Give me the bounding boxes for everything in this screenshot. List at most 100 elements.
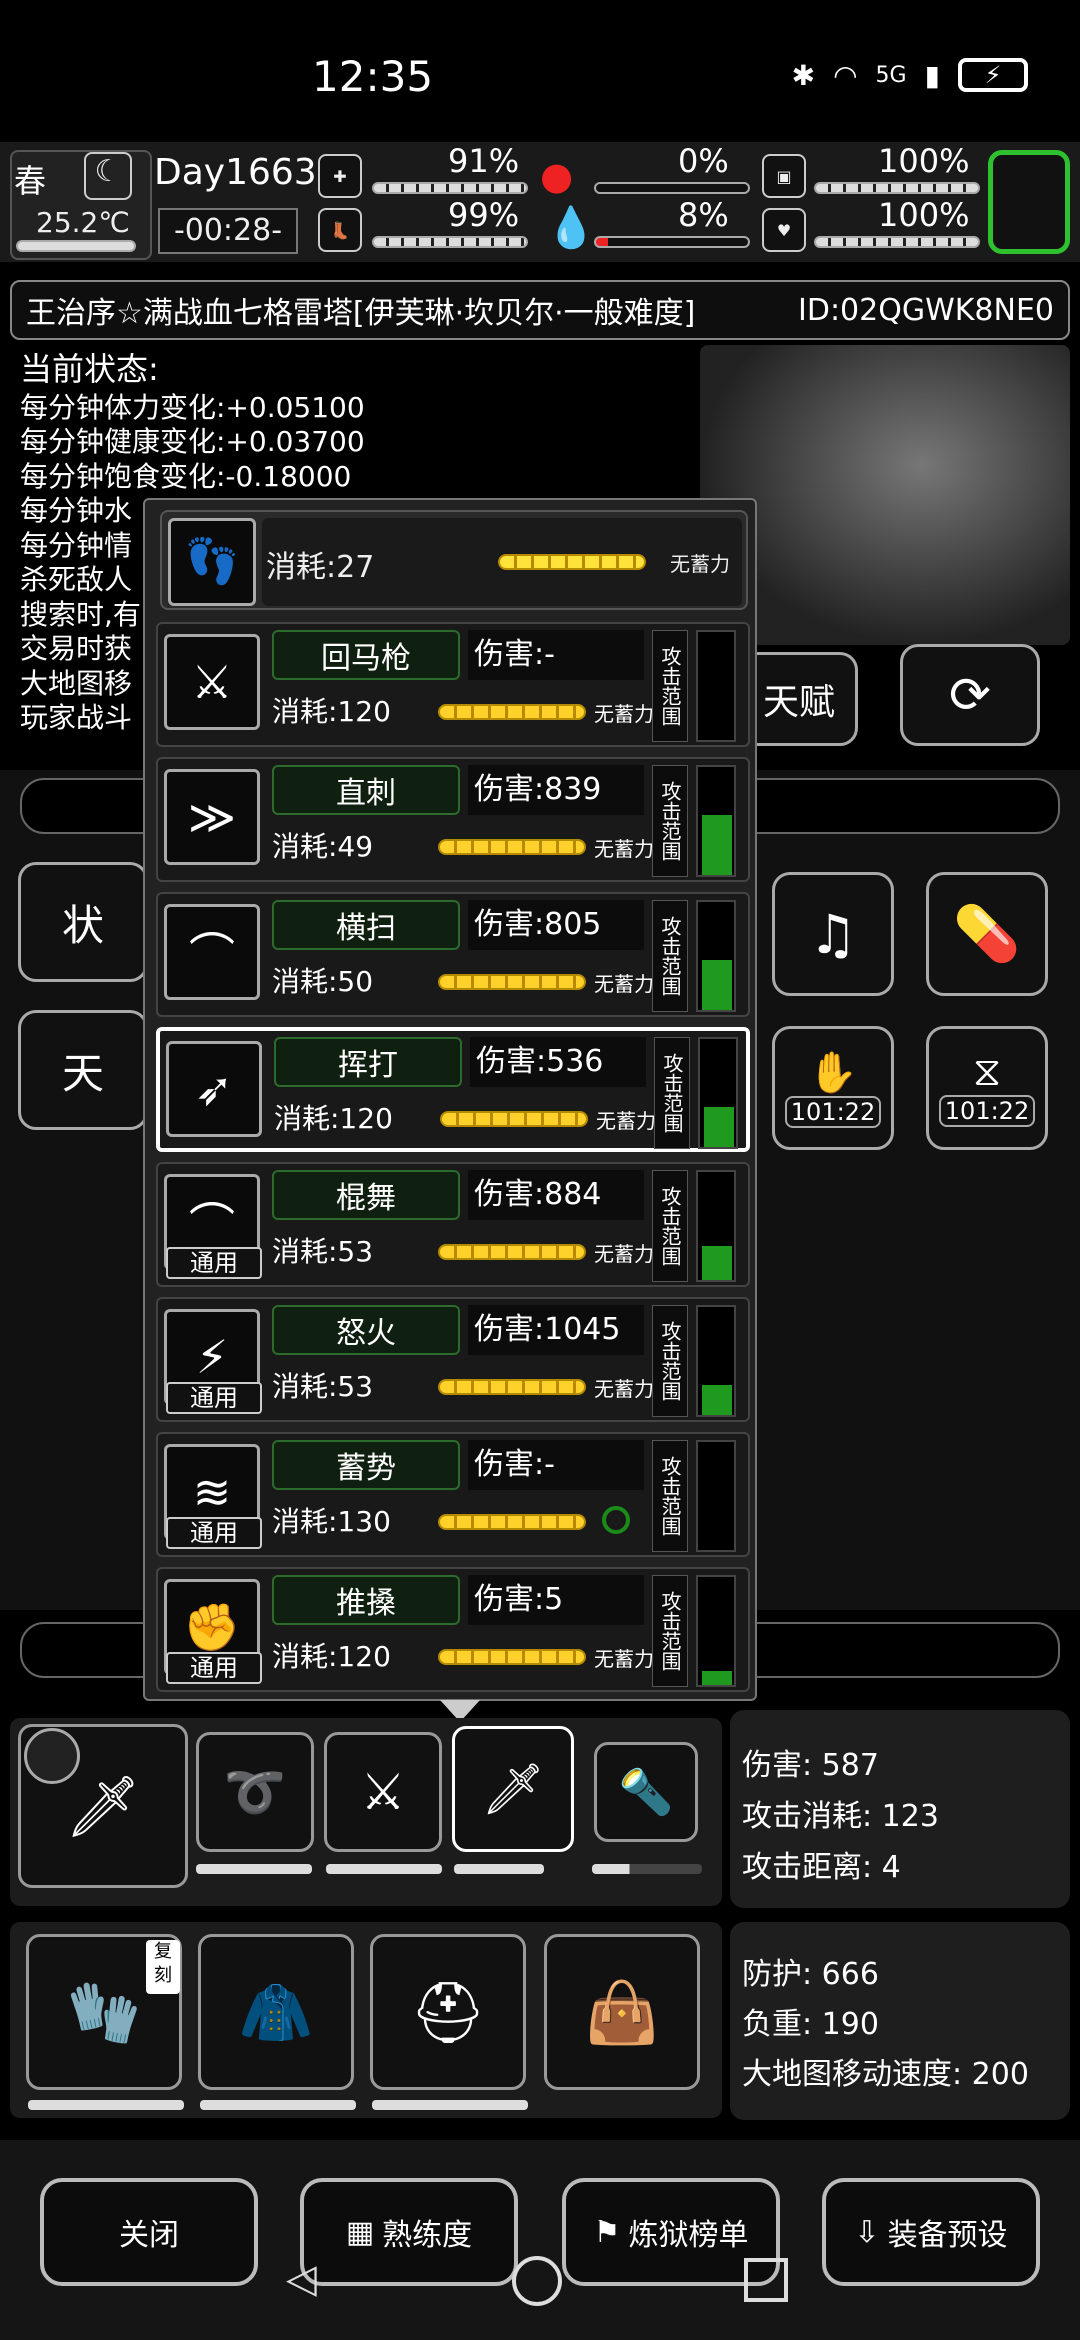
range-text: 攻击范围 [658, 916, 682, 996]
download-icon: ⇩ [854, 2214, 880, 2250]
armor-speed: 大地图移动速度: 200 [742, 2057, 1029, 2092]
durability-bar [592, 1864, 702, 1874]
skill-row[interactable]: ≋ 通用 蓄势 伤害:- 消耗:130 攻击范围 [156, 1432, 750, 1557]
weapon-slot-selected[interactable]: 🗡 [452, 1726, 574, 1852]
move-cost: 消耗:27 [266, 550, 375, 585]
range-text: 攻击范围 [660, 1053, 684, 1133]
network-label: 5G [875, 62, 907, 88]
durability-bar [28, 2100, 184, 2110]
tab-status[interactable]: 状 [18, 862, 148, 982]
music-heart-icon[interactable]: ♫ [772, 872, 894, 996]
arm-icon: ✋ [808, 1049, 858, 1096]
skill-cost-bar [438, 974, 586, 990]
day-counter: Day1663 [154, 152, 317, 193]
range-grid [696, 765, 736, 877]
thermometer-icon [16, 240, 136, 252]
attack-range: 攻击范围 [652, 1575, 748, 1687]
timer-label: 101:22 [784, 1095, 882, 1128]
boot-icon: 👢 [318, 208, 362, 252]
lock-icon: ▣ [762, 154, 806, 198]
skill-row[interactable]: ≫ 直刺 伤害:839 消耗:49 无蓄力 攻击范围 [156, 757, 750, 882]
attack-range: 攻击范围 [654, 1037, 750, 1149]
status-line: 每分钟体力变化:+0.05100 [20, 390, 365, 424]
blood-value: 8% [678, 196, 729, 234]
weapon-slot-2[interactable]: ➰ [196, 1732, 314, 1852]
skill-row[interactable]: ✊ 通用 推搡 伤害:5 消耗:120 无蓄力 攻击范围 [156, 1567, 750, 1692]
game-clock: -00:28- [158, 208, 298, 254]
range-label: 攻击范围 [652, 1575, 688, 1687]
talent-button[interactable]: 天赋 [740, 652, 858, 746]
nav-back-icon[interactable]: ◁ [286, 2256, 317, 2302]
skill-name: 怒火 [272, 1305, 460, 1355]
whip-icon: ➰ [223, 1762, 287, 1821]
skill-name: 回马枪 [272, 630, 460, 680]
skill-note: 无蓄力 [594, 837, 654, 861]
weapon-damage: 伤害: 587 [742, 1748, 879, 1783]
armor-slot-bag[interactable]: 👜 [544, 1934, 700, 2090]
skill-row[interactable]: ⚡ 通用 怒火 伤害:1045 消耗:53 无蓄力 攻击范围 [156, 1297, 750, 1422]
close-button[interactable]: 关闭 [40, 2178, 258, 2286]
range-cell [702, 815, 732, 875]
medicine-icon[interactable]: 💊 [926, 872, 1048, 996]
proficiency-button[interactable]: ▦ 熟练度 [300, 2178, 518, 2286]
generic-tag: 通用 [166, 1382, 262, 1414]
range-label: 攻击范围 [652, 1440, 688, 1552]
sword-icon: ⚔ [360, 1763, 406, 1821]
skill-damage: 伤害:805 [468, 900, 644, 950]
move-cost-bar [498, 554, 646, 570]
save-id: ID:02QGWK8NE0 [798, 292, 1054, 328]
skill-row[interactable]: ⌒ 通用 棍舞 伤害:884 消耗:53 无蓄力 攻击范围 [156, 1162, 750, 1287]
armor-defense: 防护: 666 [742, 1957, 879, 1992]
skill-name: 棍舞 [272, 1170, 460, 1220]
skill-damage: 伤害:536 [470, 1037, 646, 1087]
heart-bar [814, 236, 980, 248]
hunger-bar [594, 182, 750, 194]
range-grid [696, 1575, 736, 1687]
buff-dna-button[interactable]: ⧖ 101:22 [926, 1026, 1048, 1150]
skill-cost: 消耗:50 [272, 965, 374, 998]
range-cell [702, 1671, 732, 1685]
attack-range: 攻击范围 [652, 1170, 748, 1282]
range-label: 攻击范围 [654, 1037, 690, 1149]
status-line: 每分钟饱食变化:-0.18000 [20, 459, 352, 493]
preset-button[interactable]: ⇩ 装备预设 [822, 2178, 1040, 2286]
skill-row[interactable]: ⌒ 横扫 伤害:805 消耗:50 无蓄力 攻击范围 [156, 892, 750, 1017]
battery-icon: ⚡ [958, 58, 1028, 92]
skill-cost-bar [438, 839, 586, 855]
health-bar [372, 236, 528, 248]
skill-damage: 伤害:5 [468, 1575, 644, 1625]
save-title: 王治序☆满战血七格雷塔[伊芙琳·坎贝尔·一般难度] [26, 296, 696, 331]
weapon-slots-panel: 🗡 ➰ ⚔ 🗡 🔦 [10, 1718, 722, 1906]
tab-talent[interactable]: 天 [18, 1010, 148, 1130]
weapon-slot-3[interactable]: ⚔ [324, 1732, 442, 1852]
skill-cost-bar [438, 1379, 586, 1395]
skill-cost-bar [438, 704, 586, 720]
skill-note: 无蓄力 [594, 972, 654, 996]
skill-cost: 消耗:120 [274, 1102, 393, 1135]
skill-damage: 伤害:884 [468, 1170, 644, 1220]
nav-home-icon[interactable] [512, 2256, 562, 2306]
range-text: 攻击范围 [658, 781, 682, 861]
weapon-info-panel: 伤害: 587 攻击消耗: 123 攻击距离: 4 [730, 1710, 1070, 1908]
dna-icon: ⧖ [972, 1049, 1002, 1095]
weapon-slot-5[interactable]: 🔦 [594, 1742, 698, 1842]
proficiency-icon: ▦ [345, 2214, 375, 2250]
buff-arm-button[interactable]: ✋ 101:22 [772, 1026, 894, 1150]
range-cell [702, 1385, 732, 1415]
bag-icon: 👜 [584, 1977, 660, 2048]
skill-note: 无蓄力 [594, 1377, 654, 1401]
armor-slot-helmet[interactable]: ⛑ [370, 1934, 526, 2090]
armor-slot-coat[interactable]: 🧥 [198, 1934, 354, 2090]
nav-recent-icon[interactable] [744, 2258, 788, 2302]
range-cell [702, 1246, 732, 1280]
skill-icon: ➶ [166, 1041, 262, 1137]
attack-range: 攻击范围 [652, 630, 748, 742]
range-grid [696, 1305, 736, 1417]
health-value: 99% [448, 196, 520, 234]
skill-cost: 消耗:53 [272, 1235, 374, 1268]
outfit-swap-button[interactable]: ⟳ [900, 644, 1040, 746]
quick-slot-button[interactable] [988, 150, 1070, 254]
status-heading: 当前状态: [20, 350, 159, 388]
skill-row[interactable]: ⚔ 回马枪 伤害:- 消耗:120 无蓄力 攻击范围 [156, 622, 750, 747]
skill-row[interactable]: ➶ 挥打 伤害:536 消耗:120 无蓄力 攻击范围 [156, 1027, 750, 1152]
